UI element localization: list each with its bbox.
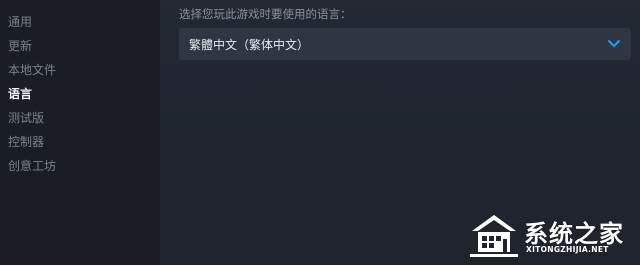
sidebar-item-local-files[interactable]: 本地文件 bbox=[0, 58, 160, 82]
main-panel: 选择您玩此游戏时要使用的语言： 繁體中文（繁体中文） 系统之家 XITONGZH… bbox=[160, 0, 640, 265]
sidebar-item-general[interactable]: 通用 bbox=[0, 10, 160, 34]
sidebar-item-updates[interactable]: 更新 bbox=[0, 34, 160, 58]
language-select-value: 繁體中文（繁体中文） bbox=[189, 37, 310, 52]
sidebar: 通用 更新 本地文件 语言 测试版 控制器 创意工坊 bbox=[0, 0, 160, 265]
watermark-brand-cn: 系统之家 bbox=[524, 220, 624, 248]
sidebar-item-language[interactable]: 语言 bbox=[0, 82, 160, 106]
sidebar-item-controller[interactable]: 控制器 bbox=[0, 130, 160, 154]
site-logo-icon bbox=[470, 215, 518, 257]
watermark: 系统之家 XITONGZHIJIA.NET bbox=[464, 209, 634, 261]
watermark-brand-en: XITONGZHIJIA.NET bbox=[526, 245, 609, 254]
chevron-down-icon bbox=[608, 40, 620, 47]
language-select[interactable]: 繁體中文（繁体中文） bbox=[179, 28, 631, 60]
sidebar-item-workshop[interactable]: 创意工坊 bbox=[0, 154, 160, 178]
sidebar-item-betas[interactable]: 测试版 bbox=[0, 106, 160, 130]
properties-window: 通用 更新 本地文件 语言 测试版 控制器 创意工坊 选择您玩此游戏时要使用的语… bbox=[0, 0, 640, 265]
language-prompt: 选择您玩此游戏时要使用的语言： bbox=[179, 7, 352, 21]
